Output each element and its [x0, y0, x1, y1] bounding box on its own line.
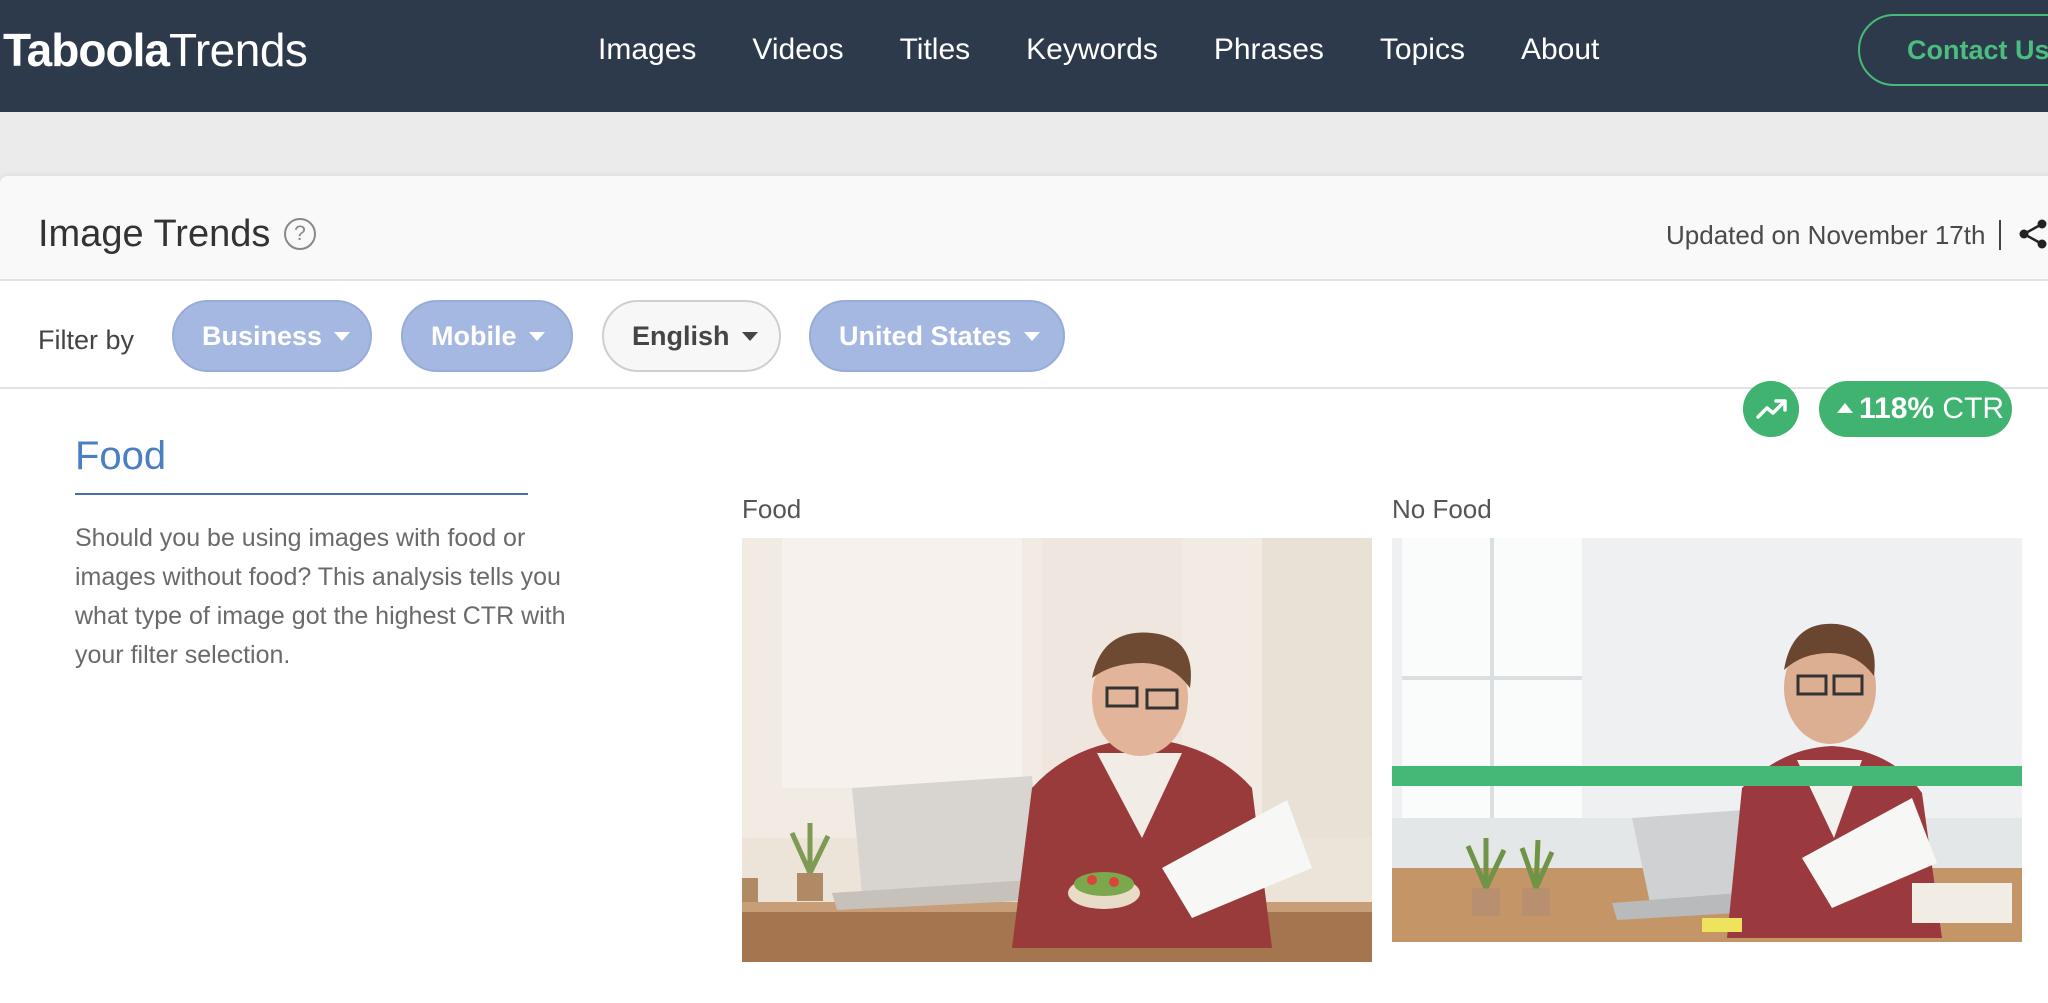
- nav-link-images[interactable]: Images: [598, 30, 696, 70]
- nav-link-topics[interactable]: Topics: [1380, 30, 1465, 70]
- nav-link-phrases[interactable]: Phrases: [1214, 30, 1324, 70]
- food-image-label: Food: [742, 494, 802, 524]
- updated-date: Updated on November 17th: [1666, 220, 1986, 250]
- filter-language-label: English: [632, 321, 730, 351]
- logo-light-text: Trends: [168, 24, 308, 76]
- ctr-badge: 118% CTR: [1819, 381, 2012, 437]
- filter-country-label: United States: [839, 321, 1012, 351]
- top-nav: Taboola Trends Images Videos Titles Keywo…: [0, 0, 2048, 112]
- logo-bold-text: Taboola: [3, 24, 170, 76]
- panel-header: Image Trends ? Updated on November 17th: [0, 176, 2048, 281]
- nav-link-about[interactable]: About: [1521, 30, 1599, 70]
- nav-link-titles[interactable]: Titles: [900, 30, 971, 70]
- contact-us-button[interactable]: Contact Us: [1858, 14, 2048, 86]
- ctr-value: 118%: [1859, 392, 1935, 425]
- topic-underline: [75, 493, 528, 495]
- nav-links: Images Videos Titles Keywords Phrases To…: [598, 30, 1655, 70]
- food-image[interactable]: [742, 538, 1372, 962]
- filter-device-label: Mobile: [431, 321, 517, 351]
- filter-row: Filter by Business Mobile English United…: [0, 283, 2048, 389]
- filter-category-label: Business: [202, 321, 323, 351]
- filter-category-dropdown[interactable]: Business: [172, 300, 372, 372]
- share-icon[interactable]: [2018, 218, 2048, 250]
- ctr-label: CTR: [1942, 392, 2005, 425]
- help-icon[interactable]: ?: [284, 218, 316, 250]
- filter-device-dropdown[interactable]: Mobile: [401, 300, 573, 372]
- taboola-trends-logo[interactable]: Taboola Trends: [3, 24, 308, 76]
- header-divider: [1999, 220, 2001, 250]
- caret-down-icon: [528, 332, 545, 341]
- caret-down-icon: [741, 332, 758, 341]
- caret-down-icon: [1023, 332, 1040, 341]
- winner-indicator-bar: [1392, 766, 2022, 786]
- arrow-up-icon: [1837, 403, 1853, 413]
- no-food-image[interactable]: [1392, 538, 2022, 942]
- no-food-image-label: No Food: [1392, 494, 1492, 524]
- filter-country-dropdown[interactable]: United States: [809, 300, 1065, 372]
- trend-up-icon: [1743, 381, 1799, 437]
- topic-title: Food: [75, 434, 167, 478]
- nav-link-videos[interactable]: Videos: [752, 30, 843, 70]
- page-title: Image Trends: [38, 213, 271, 255]
- topic-description: Should you be using images with food or …: [75, 524, 566, 669]
- filter-language-dropdown[interactable]: English: [602, 300, 781, 372]
- filter-label: Filter by: [38, 325, 135, 355]
- nav-link-keywords[interactable]: Keywords: [1026, 30, 1158, 70]
- caret-down-icon: [334, 332, 351, 341]
